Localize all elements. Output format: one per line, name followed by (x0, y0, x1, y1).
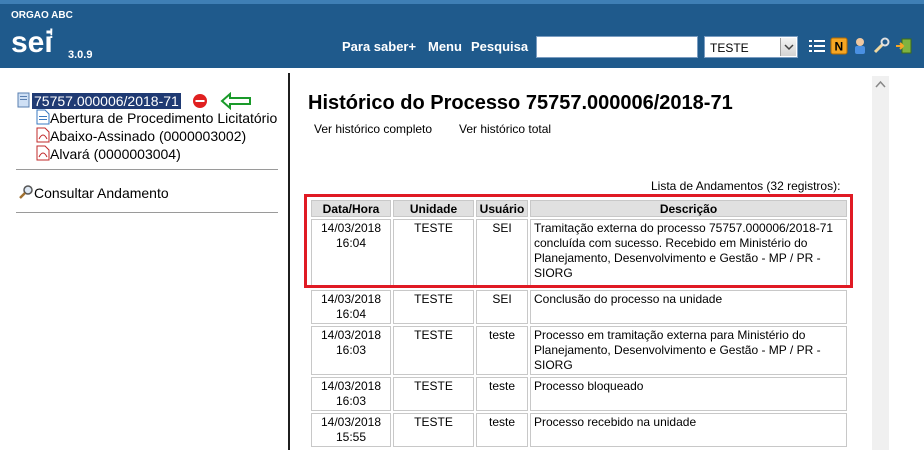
tree-doc-3[interactable]: Alvará (0000003004) (36, 145, 181, 163)
cell-datetime: 14/03/2018 16:04 (311, 219, 391, 288)
cell-user[interactable]: SEI (476, 219, 528, 288)
search-input[interactable] (536, 36, 698, 58)
cell-user[interactable]: teste (476, 326, 528, 375)
cell-unit[interactable]: TESTE (393, 377, 474, 411)
cell-desc: Processo bloqueado (530, 377, 847, 411)
cell-user[interactable]: teste (476, 377, 528, 411)
tree-doc-label[interactable]: Abertura de Procedimento Licitatório (50, 110, 277, 126)
col-header: Descrição (530, 200, 847, 217)
pdf-icon (36, 145, 50, 161)
unit-select-value: TESTE (710, 41, 749, 55)
table-row: 14/03/2018 16:03 TESTE teste Processo blo… (311, 377, 847, 411)
nav-menu[interactable]: Menu (428, 39, 462, 54)
process-tree-panel: 75757.000006/2018-71 Abertura de Procedi… (0, 68, 288, 450)
cell-unit[interactable]: TESTE (393, 413, 474, 447)
table-row: 14/03/2018 16:04 TESTE SEI Tramitação ext… (311, 219, 847, 288)
cell-date: 14/03/2018 (320, 292, 382, 306)
svg-text:N: N (835, 40, 844, 54)
history-table: Data/Hora Unidade Usuário Descrição 14/0… (309, 198, 849, 449)
document-icon (36, 109, 50, 125)
blocked-icon (193, 94, 207, 108)
cell-date: 14/03/2018 (320, 328, 382, 342)
cell-time: 16:03 (335, 343, 367, 357)
svg-text:!: ! (49, 25, 54, 41)
process-icon (17, 92, 30, 108)
table-row: 14/03/2018 15:55 TESTE teste Processo rec… (311, 413, 847, 447)
tree-doc-label[interactable]: Alvará (0000003004) (50, 146, 181, 162)
cell-date: 14/03/2018 (320, 221, 382, 235)
svg-text:sei: sei (11, 26, 53, 59)
cell-unit[interactable]: TESTE (393, 290, 474, 324)
arrow-left-icon (220, 92, 251, 110)
process-number[interactable]: 75757.000006/2018-71 (32, 93, 181, 109)
cell-time: 16:03 (335, 394, 367, 408)
magnifier-icon (19, 185, 33, 199)
nav-pesquisa[interactable]: Pesquisa (471, 39, 528, 54)
col-header: Data/Hora (311, 200, 391, 217)
col-header: Unidade (393, 200, 474, 217)
cell-unit[interactable]: TESTE (393, 326, 474, 375)
cell-datetime: 14/03/2018 16:03 (311, 326, 391, 375)
divider (16, 169, 278, 170)
top-bar: ORGAO ABC (0, 0, 924, 22)
cell-desc: Conclusão do processo na unidade (530, 290, 847, 324)
panel-divider[interactable] (288, 73, 290, 450)
consult-andamento-link[interactable]: Consultar Andamento (18, 184, 169, 202)
consult-label[interactable]: Consultar Andamento (34, 185, 169, 201)
sei-logo[interactable]: sei ! (9, 24, 61, 64)
tree-doc-label[interactable]: Abaixo-Assinado (0000003002) (50, 128, 246, 144)
nav-para-saber[interactable]: Para saber+ (342, 39, 416, 54)
tree-process[interactable]: 75757.000006/2018-71 (16, 92, 181, 110)
exit-icon[interactable] (895, 37, 913, 55)
col-header: Usuário (476, 200, 528, 217)
cell-unit[interactable]: TESTE (393, 219, 474, 288)
page-title: Histórico do Processo 75757.000006/2018-… (308, 92, 733, 114)
cell-time: 16:04 (335, 236, 367, 250)
cell-time: 15:55 (335, 430, 367, 444)
pdf-icon (36, 127, 50, 143)
cell-date: 14/03/2018 (320, 415, 382, 429)
tree-doc-2[interactable]: Abaixo-Assinado (0000003002) (36, 127, 246, 145)
chevron-down-icon[interactable] (780, 38, 796, 56)
unit-select[interactable]: TESTE (704, 36, 798, 58)
link-historico-completo[interactable]: Ver histórico completo (314, 122, 432, 136)
list-view-icon[interactable] (808, 37, 826, 55)
tree-doc-1[interactable]: Abertura de Procedimento Licitatório (36, 109, 277, 127)
cell-desc: Processo recebido na unidade (530, 413, 847, 447)
divider (16, 212, 278, 213)
cell-time: 16:04 (335, 307, 367, 321)
cell-datetime: 14/03/2018 16:03 (311, 377, 391, 411)
notes-icon[interactable]: N (830, 37, 848, 55)
scroll-up-icon[interactable] (872, 76, 889, 93)
cell-date: 14/03/2018 (320, 379, 382, 393)
table-row: 14/03/2018 16:03 TESTE teste Processo em … (311, 326, 847, 375)
cell-desc: Tramitação externa do processo 75757.000… (530, 219, 847, 288)
link-historico-total[interactable]: Ver histórico total (459, 122, 551, 136)
cell-user[interactable]: teste (476, 413, 528, 447)
org-name: ORGAO ABC (11, 10, 73, 21)
table-caption: Lista de Andamentos (32 registros): (651, 179, 841, 193)
version-label: 3.0.9 (68, 49, 93, 61)
cell-user[interactable]: SEI (476, 290, 528, 324)
table-header-row: Data/Hora Unidade Usuário Descrição (311, 200, 847, 217)
cell-desc: Processo em tramitação externa para Mini… (530, 326, 847, 375)
table-row: 14/03/2018 16:04 TESTE SEI Conclusão do p… (311, 290, 847, 324)
nav-bar: sei ! 3.0.9 Para saber+ Menu Pesquisa TE… (0, 22, 924, 68)
cell-datetime: 14/03/2018 15:55 (311, 413, 391, 447)
wrench-icon[interactable] (872, 37, 890, 55)
cell-datetime: 14/03/2018 16:04 (311, 290, 391, 324)
vertical-scrollbar[interactable] (872, 76, 889, 450)
user-icon[interactable] (851, 37, 869, 55)
